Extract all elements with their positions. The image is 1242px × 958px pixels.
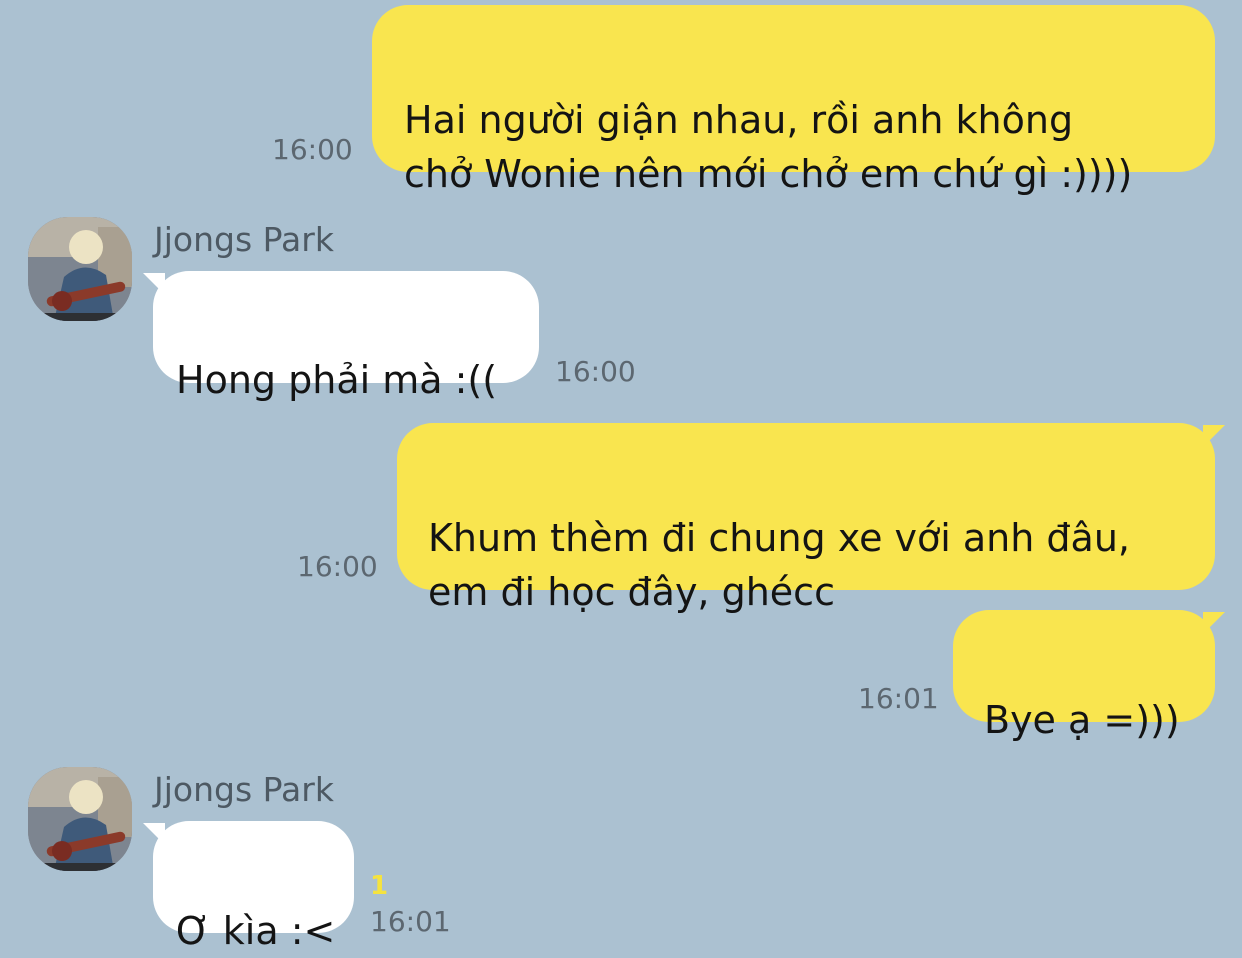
- incoming-message-bubble[interactable]: Hong phải mà :((: [143, 271, 539, 402]
- avatar-guitarist-icon: [28, 217, 132, 321]
- chat-area[interactable]: Hai người giận nhau, rồi anh không chở W…: [0, 0, 1242, 953]
- outgoing-message-bubble[interactable]: Khum thèm đi chung xe với anh đâu, em đi…: [397, 423, 1225, 614]
- sender-avatar[interactable]: [28, 217, 132, 321]
- message-text: Hai người giận nhau, rồi anh không chở W…: [404, 98, 1133, 196]
- message-text: Khum thèm đi chung xe với anh đâu, em đi…: [428, 516, 1130, 614]
- unread-count-badge: 1: [370, 871, 389, 901]
- sender-name: Jjongs Park: [154, 770, 334, 809]
- message-timestamp: 16:01: [858, 682, 939, 715]
- message-text: Bye ạ =))): [984, 698, 1180, 742]
- sender-avatar[interactable]: [28, 767, 132, 871]
- message-timestamp: 16:00: [297, 550, 378, 583]
- outgoing-message-bubble[interactable]: Hai người giận nhau, rồi anh không chở W…: [372, 5, 1215, 196]
- outgoing-message-bubble[interactable]: Bye ạ =))): [953, 610, 1225, 742]
- incoming-message-bubble[interactable]: Ơ kìa :<: [143, 821, 354, 953]
- message-timestamp: 16:00: [555, 355, 636, 388]
- message-text: Hong phải mà :((: [176, 358, 498, 402]
- sender-name: Jjongs Park: [154, 220, 334, 259]
- message-text: Ơ kìa :<: [176, 909, 336, 953]
- avatar-guitarist-icon: [28, 767, 132, 871]
- message-timestamp: 16:00: [272, 133, 353, 166]
- message-timestamp: 16:01: [370, 905, 451, 938]
